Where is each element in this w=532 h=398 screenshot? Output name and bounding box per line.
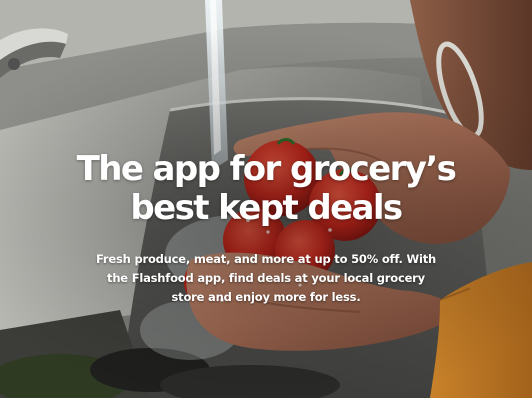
hero-title: The app for grocery’s best kept deals <box>76 149 457 228</box>
hero-subtitle: Fresh produce, meat, and more at up to 5… <box>96 252 436 304</box>
hero-section: The app for grocery’s best kept deals Fr… <box>0 0 532 398</box>
